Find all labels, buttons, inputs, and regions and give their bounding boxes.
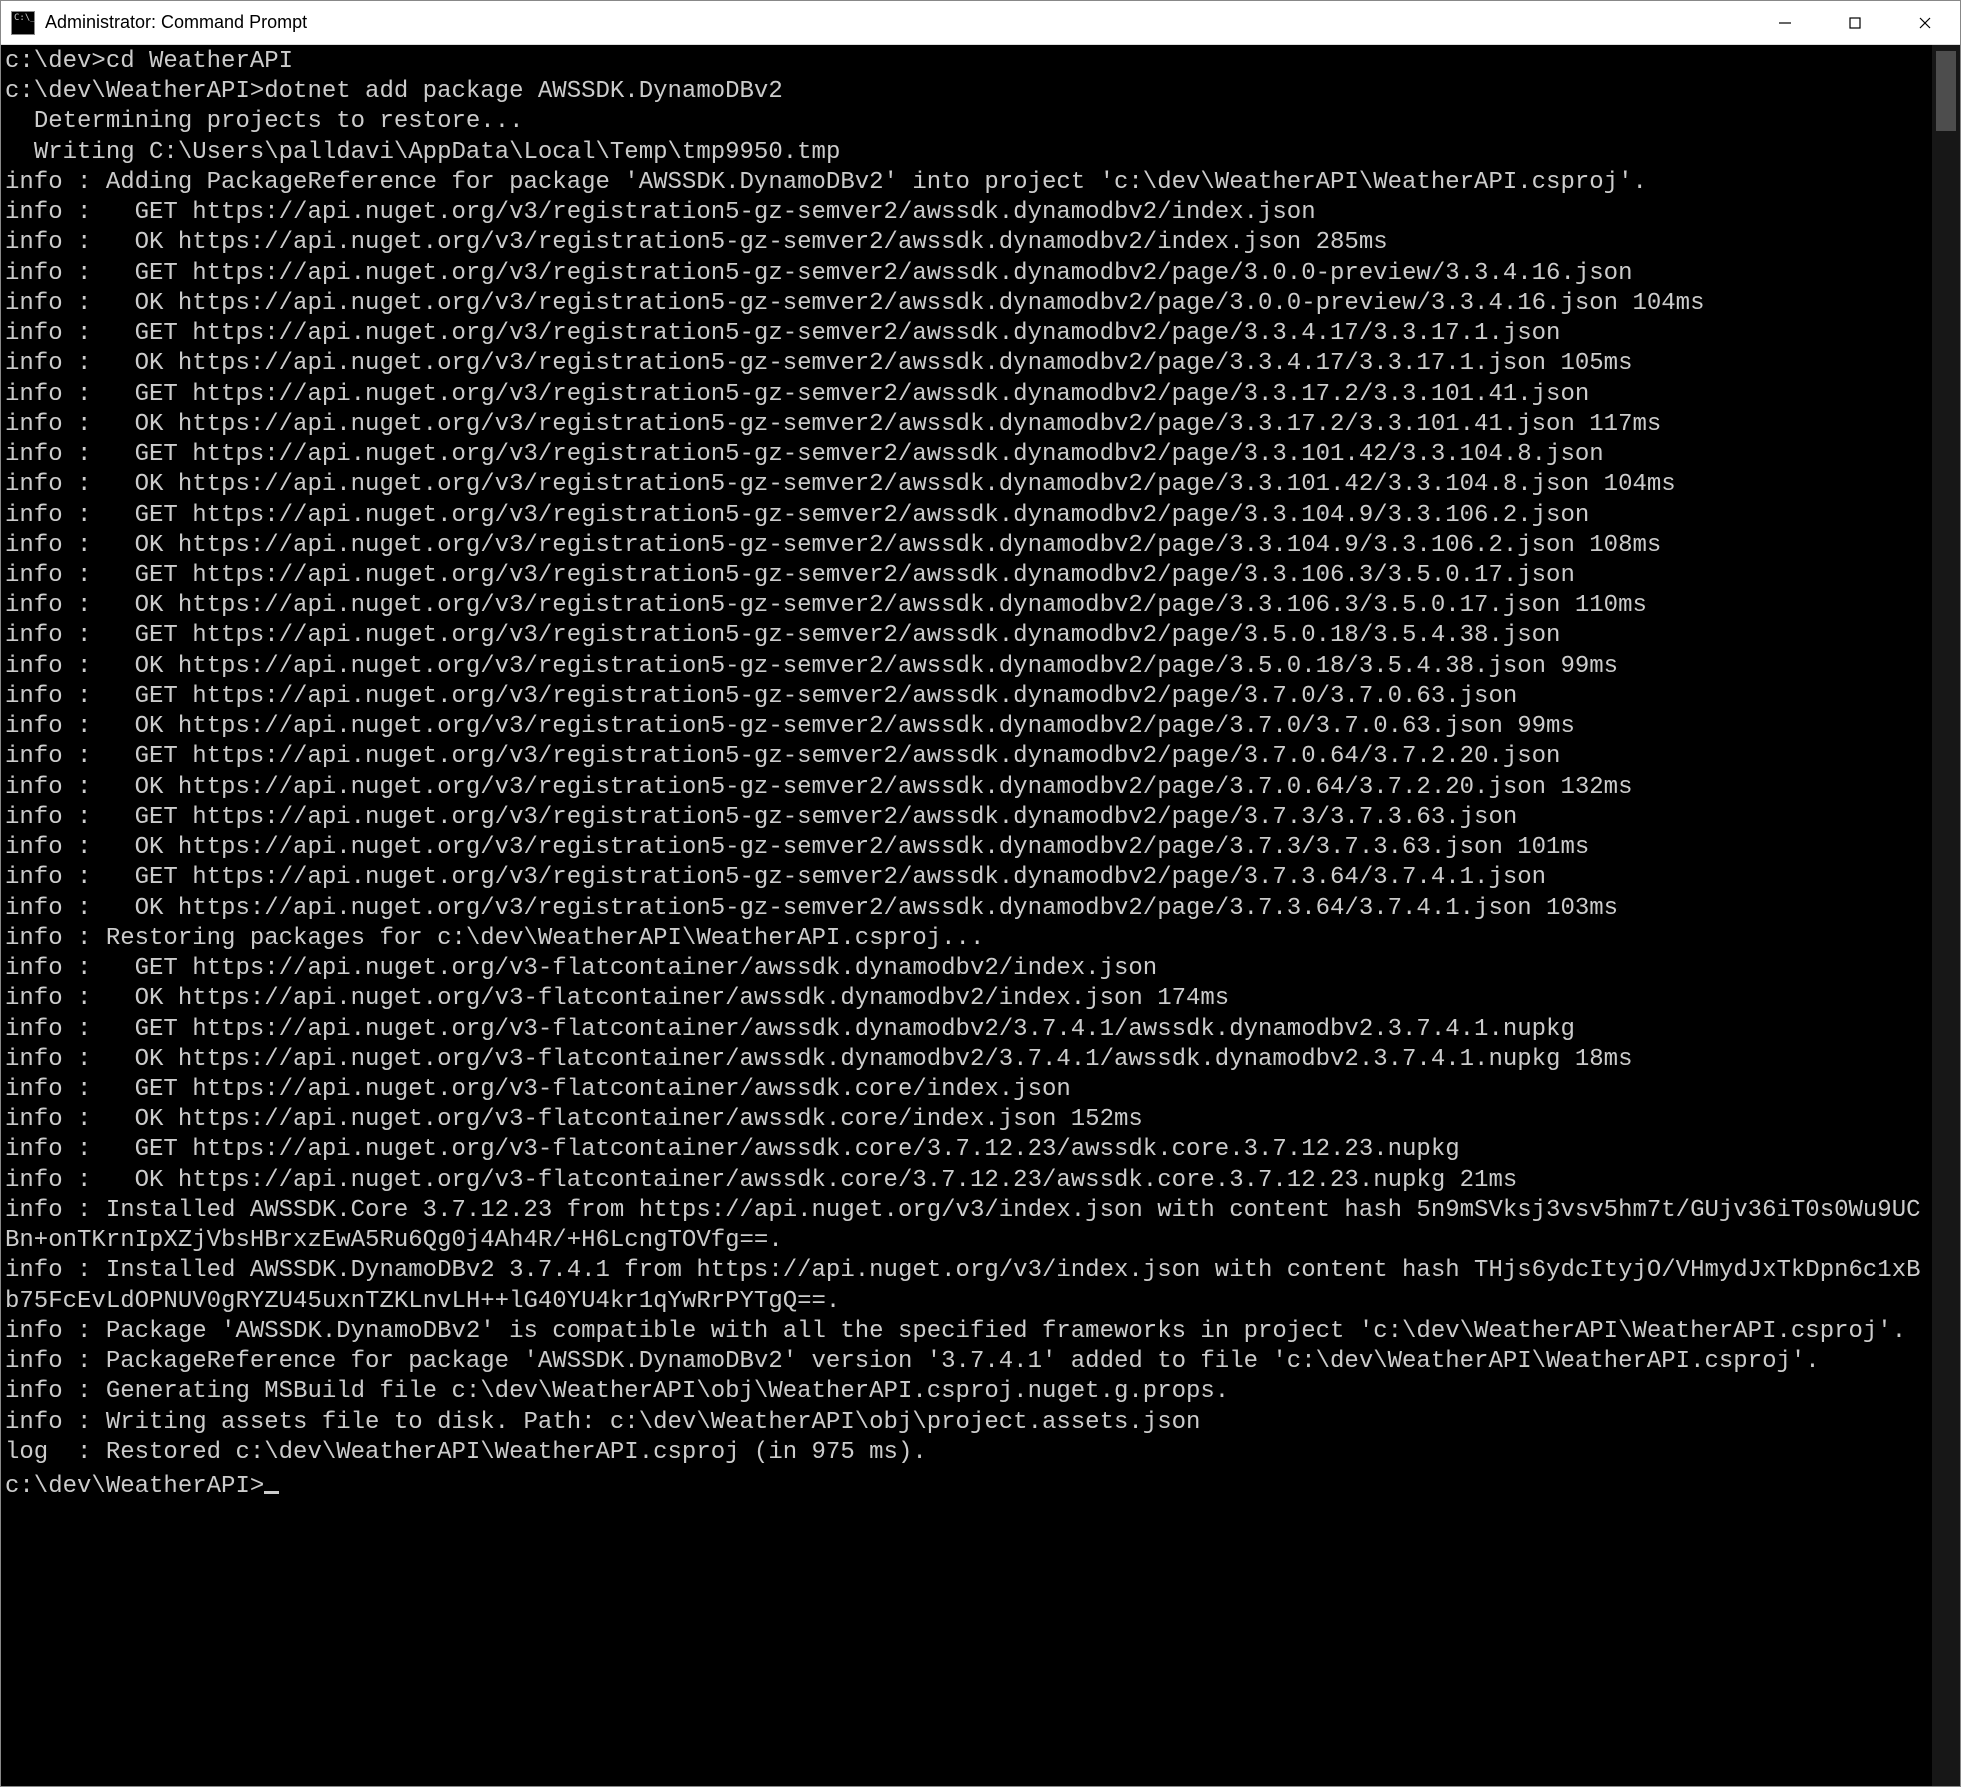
terminal-line: info : Installed AWSSDK.Core 3.7.12.23 f… — [5, 1196, 1932, 1256]
minimize-button[interactable] — [1750, 1, 1820, 44]
terminal-output[interactable]: c:\dev>cd WeatherAPIc:\dev\WeatherAPI>do… — [1, 45, 1932, 1786]
close-icon — [1918, 16, 1932, 30]
terminal-line: c:\dev>cd WeatherAPI — [5, 47, 1932, 77]
scrollbar-track[interactable] — [1932, 45, 1960, 1786]
titlebar[interactable]: Administrator: Command Prompt — [1, 1, 1960, 45]
terminal-line: info : OK https://api.nuget.org/v3/regis… — [5, 894, 1932, 924]
terminal-line: info : OK https://api.nuget.org/v3/regis… — [5, 349, 1932, 379]
terminal-line: info : GET https://api.nuget.org/v3/regi… — [5, 198, 1932, 228]
terminal-line: info : Generating MSBuild file c:\dev\We… — [5, 1377, 1932, 1407]
terminal-line: info : OK https://api.nuget.org/v3/regis… — [5, 652, 1932, 682]
terminal-line: c:\dev\WeatherAPI> — [5, 1468, 1932, 1502]
terminal-line: info : OK https://api.nuget.org/v3-flatc… — [5, 1105, 1932, 1135]
terminal-line: info : OK https://api.nuget.org/v3-flatc… — [5, 984, 1932, 1014]
terminal-line: info : OK https://api.nuget.org/v3/regis… — [5, 228, 1932, 258]
terminal-line: info : Package 'AWSSDK.DynamoDBv2' is co… — [5, 1317, 1932, 1347]
terminal-line: info : OK https://api.nuget.org/v3/regis… — [5, 591, 1932, 621]
terminal-line: info : GET https://api.nuget.org/v3/regi… — [5, 803, 1932, 833]
terminal-line: Writing C:\Users\palldavi\AppData\Local\… — [5, 138, 1932, 168]
terminal-line: info : GET https://api.nuget.org/v3/regi… — [5, 742, 1932, 772]
terminal-line: info : Adding PackageReference for packa… — [5, 168, 1932, 198]
terminal-line: info : Writing assets file to disk. Path… — [5, 1408, 1932, 1438]
terminal-line: info : Installed AWSSDK.DynamoDBv2 3.7.4… — [5, 1256, 1932, 1316]
terminal-line: info : PackageReference for package 'AWS… — [5, 1347, 1932, 1377]
terminal-line: info : GET https://api.nuget.org/v3-flat… — [5, 954, 1932, 984]
close-button[interactable] — [1890, 1, 1960, 44]
terminal-line: info : GET https://api.nuget.org/v3/regi… — [5, 561, 1932, 591]
terminal-line: info : OK https://api.nuget.org/v3/regis… — [5, 289, 1932, 319]
terminal-line: info : GET https://api.nuget.org/v3/regi… — [5, 863, 1932, 893]
minimize-icon — [1778, 16, 1792, 30]
window-controls — [1750, 1, 1960, 44]
terminal-line: info : OK https://api.nuget.org/v3/regis… — [5, 410, 1932, 440]
maximize-button[interactable] — [1820, 1, 1890, 44]
terminal-line: info : GET https://api.nuget.org/v3/regi… — [5, 259, 1932, 289]
terminal-line: info : OK https://api.nuget.org/v3/regis… — [5, 531, 1932, 561]
terminal-line: info : GET https://api.nuget.org/v3/regi… — [5, 621, 1932, 651]
terminal-line: info : OK https://api.nuget.org/v3/regis… — [5, 833, 1932, 863]
window-title: Administrator: Command Prompt — [45, 12, 1750, 33]
terminal-cursor — [264, 1470, 278, 1494]
terminal-line: info : GET https://api.nuget.org/v3-flat… — [5, 1075, 1932, 1105]
terminal-line: log : Restored c:\dev\WeatherAPI\Weather… — [5, 1438, 1932, 1468]
terminal-line: info : GET https://api.nuget.org/v3/regi… — [5, 682, 1932, 712]
terminal-line: info : OK https://api.nuget.org/v3-flatc… — [5, 1166, 1932, 1196]
terminal-line: info : GET https://api.nuget.org/v3/regi… — [5, 380, 1932, 410]
terminal-line: info : GET https://api.nuget.org/v3-flat… — [5, 1015, 1932, 1045]
terminal-line: Determining projects to restore... — [5, 107, 1932, 137]
command-prompt-window: Administrator: Command Prompt c:\dev>cd … — [0, 0, 1961, 1787]
maximize-icon — [1848, 16, 1862, 30]
terminal-line: info : OK https://api.nuget.org/v3/regis… — [5, 712, 1932, 742]
terminal-wrap: c:\dev>cd WeatherAPIc:\dev\WeatherAPI>do… — [1, 45, 1960, 1786]
terminal-line: info : GET https://api.nuget.org/v3/regi… — [5, 440, 1932, 470]
terminal-line: info : GET https://api.nuget.org/v3/regi… — [5, 319, 1932, 349]
cmd-icon — [11, 11, 35, 35]
terminal-line: info : Restoring packages for c:\dev\Wea… — [5, 924, 1932, 954]
terminal-line: info : OK https://api.nuget.org/v3/regis… — [5, 470, 1932, 500]
terminal-line: c:\dev\WeatherAPI>dotnet add package AWS… — [5, 77, 1932, 107]
terminal-line: info : OK https://api.nuget.org/v3-flatc… — [5, 1045, 1932, 1075]
scrollbar-thumb[interactable] — [1936, 51, 1956, 131]
terminal-line: info : OK https://api.nuget.org/v3/regis… — [5, 773, 1932, 803]
terminal-line: info : GET https://api.nuget.org/v3-flat… — [5, 1135, 1932, 1165]
terminal-line: info : GET https://api.nuget.org/v3/regi… — [5, 501, 1932, 531]
